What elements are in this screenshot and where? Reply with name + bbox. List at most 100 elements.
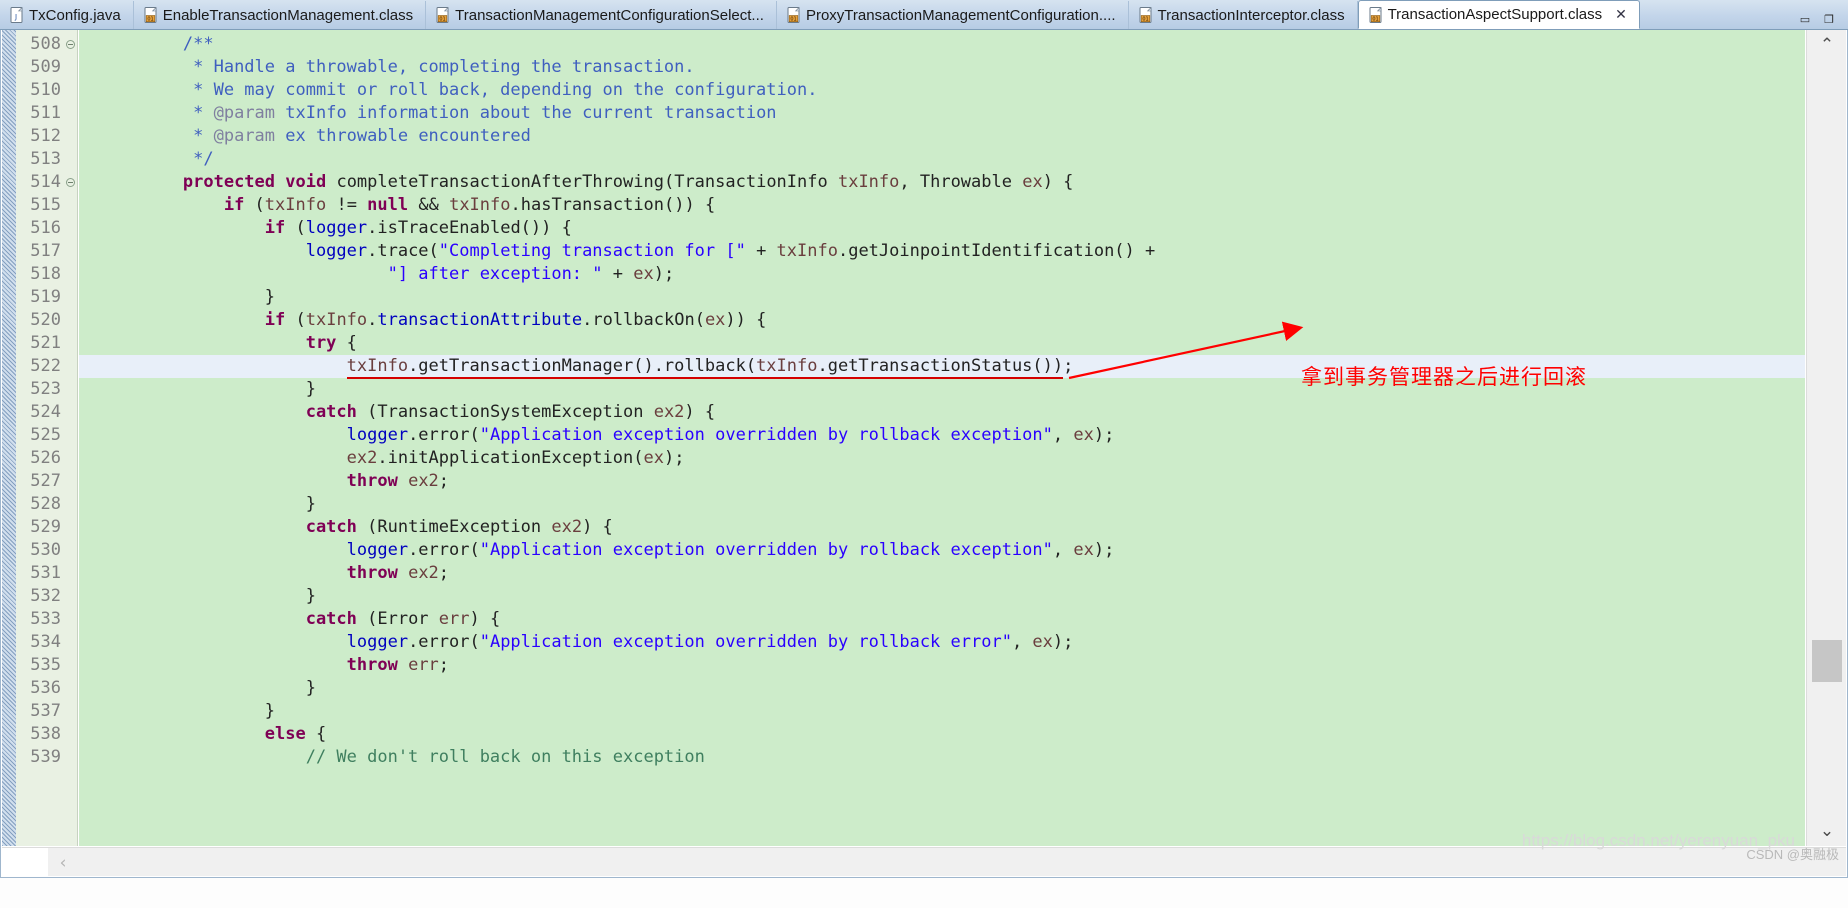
code-token: try	[305, 333, 337, 353]
code-line[interactable]: try {	[79, 332, 1805, 355]
code-token: *	[193, 126, 214, 146]
code-line[interactable]: * @param txInfo information about the cu…	[79, 102, 1805, 125]
minimize-icon[interactable]: ▭	[1800, 14, 1810, 25]
code-token: "Application exception overridden by rol…	[479, 632, 1012, 652]
code-token: "] after exception: "	[387, 264, 603, 284]
code-line[interactable]: catch (Error err) {	[79, 608, 1805, 631]
code-token: );	[653, 264, 675, 284]
vertical-scrollbar-thumb[interactable]	[1812, 640, 1842, 682]
horizontal-scrollbar[interactable]: ‹	[2, 847, 1846, 877]
code-token: "Application exception overridden by rol…	[479, 425, 1053, 445]
svg-text:01: 01	[439, 17, 445, 23]
class-file-icon: 01	[436, 7, 450, 23]
code-line[interactable]: if (txInfo.transactionAttribute.rollback…	[79, 309, 1805, 332]
code-token: txInfo	[305, 310, 368, 330]
code-line[interactable]: /**	[79, 33, 1805, 56]
code-token: ) {	[1042, 172, 1074, 192]
fold-toggle-icon[interactable]	[66, 178, 75, 187]
editor-tab-2[interactable]: 01 TransactionManagementConfigurationSele…	[426, 1, 777, 29]
code-line[interactable]: throw ex2;	[79, 470, 1805, 493]
code-line[interactable]: catch (RuntimeException ex2) {	[79, 516, 1805, 539]
code-token: ex2	[653, 402, 685, 422]
code-line[interactable]: }	[79, 677, 1805, 700]
svg-text:01: 01	[1372, 16, 1378, 22]
code-line[interactable]: }	[79, 585, 1805, 608]
code-token: if	[264, 218, 286, 238]
code-text-area[interactable]: /** * Handle a throwable, completing the…	[79, 30, 1805, 846]
code-token: .rollbackOn(	[582, 310, 705, 330]
code-line[interactable]: logger.error("Application exception over…	[79, 539, 1805, 562]
close-icon[interactable]: ✕	[1615, 8, 1627, 22]
code-line[interactable]: if (logger.isTraceEnabled()) {	[79, 217, 1805, 240]
code-line[interactable]: * @param ex throwable encountered	[79, 125, 1805, 148]
code-line[interactable]: }	[79, 286, 1805, 309]
code-token: txInfo	[346, 356, 409, 379]
vertical-scrollbar[interactable]: ⌃ ⌄	[1806, 30, 1846, 846]
line-number: 509	[30, 57, 61, 77]
code-token: completeTransactionAfterThrowing(Transac…	[326, 172, 838, 192]
code-token: ,	[1011, 632, 1033, 652]
editor-tab-4[interactable]: 01 TransactionInterceptor.class	[1129, 1, 1358, 29]
code-token: );	[1093, 540, 1115, 560]
code-line[interactable]: * We may commit or roll back, depending …	[79, 79, 1805, 102]
code-line[interactable]: throw ex2;	[79, 562, 1805, 585]
scroll-left-icon[interactable]: ‹	[48, 848, 78, 877]
code-line[interactable]: else {	[79, 723, 1805, 746]
maximize-icon[interactable]: ❐	[1824, 14, 1834, 25]
code-token: * Handle a throwable, completing the tra…	[193, 57, 695, 77]
code-line[interactable]: "] after exception: " + ex);	[79, 263, 1805, 286]
annotation-ruler[interactable]	[2, 30, 16, 846]
code-token: (	[244, 195, 265, 215]
code-token: &&	[408, 195, 450, 215]
code-token: null	[367, 195, 409, 215]
line-number: 511	[30, 103, 61, 123]
code-token: .	[367, 310, 378, 330]
code-line[interactable]: catch (TransactionSystemException ex2) {	[79, 401, 1805, 424]
code-line[interactable]: logger.error("Application exception over…	[79, 424, 1805, 447]
editor-tab-0[interactable]: J TxConfig.java	[0, 1, 134, 29]
code-token: ex	[1073, 540, 1094, 560]
code-line[interactable]: throw err;	[79, 654, 1805, 677]
code-token: }	[101, 287, 275, 307]
code-line[interactable]: */	[79, 148, 1805, 171]
code-token: ,	[1052, 540, 1074, 560]
code-token: +	[745, 241, 777, 261]
editor-tab-1[interactable]: 01 EnableTransactionManagement.class	[134, 1, 427, 29]
line-number: 531	[30, 563, 61, 583]
editor-tab-5[interactable]: 01 TransactionAspectSupport.class ✕	[1357, 0, 1640, 29]
code-token: else	[264, 724, 306, 744]
code-token: throw	[346, 563, 398, 583]
code-line[interactable]: }	[79, 493, 1805, 516]
annotation-text: 拿到事务管理器之后进行回滚	[1301, 365, 1587, 389]
editor-tab-label: TxConfig.java	[29, 6, 121, 24]
code-line[interactable]: ex2.initApplicationException(ex);	[79, 447, 1805, 470]
scroll-down-icon[interactable]: ⌄	[1807, 816, 1847, 846]
editor-tab-3[interactable]: 01 ProxyTransactionManagementConfiguratio…	[777, 1, 1129, 29]
code-line[interactable]: * Handle a throwable, completing the tra…	[79, 56, 1805, 79]
code-token: .hasTransaction()) {	[510, 195, 716, 215]
code-token: .error(	[408, 632, 480, 652]
code-line[interactable]: logger.trace("Completing transaction for…	[79, 240, 1805, 263]
line-number: 529	[30, 517, 61, 537]
code-token: @param	[213, 103, 276, 123]
code-token: // We don't roll back on this exception	[305, 747, 705, 767]
line-number: 521	[30, 333, 61, 353]
code-token: }	[101, 586, 316, 606]
code-token: ,	[1052, 425, 1074, 445]
code-line[interactable]: }	[79, 700, 1805, 723]
scroll-up-icon[interactable]: ⌃	[1807, 30, 1847, 60]
fold-toggle-icon[interactable]	[66, 40, 75, 49]
eclipse-editor-window: J TxConfig.java 01 EnableTransactionManagem…	[0, 0, 1848, 908]
code-line[interactable]: // We don't roll back on this exception	[79, 746, 1805, 769]
code-line[interactable]: protected void completeTransactionAfterT…	[79, 171, 1805, 194]
code-line[interactable]: if (txInfo != null && txInfo.hasTransact…	[79, 194, 1805, 217]
code-token: "Completing transaction for ["	[438, 241, 746, 261]
code-line[interactable]: logger.error("Application exception over…	[79, 631, 1805, 654]
